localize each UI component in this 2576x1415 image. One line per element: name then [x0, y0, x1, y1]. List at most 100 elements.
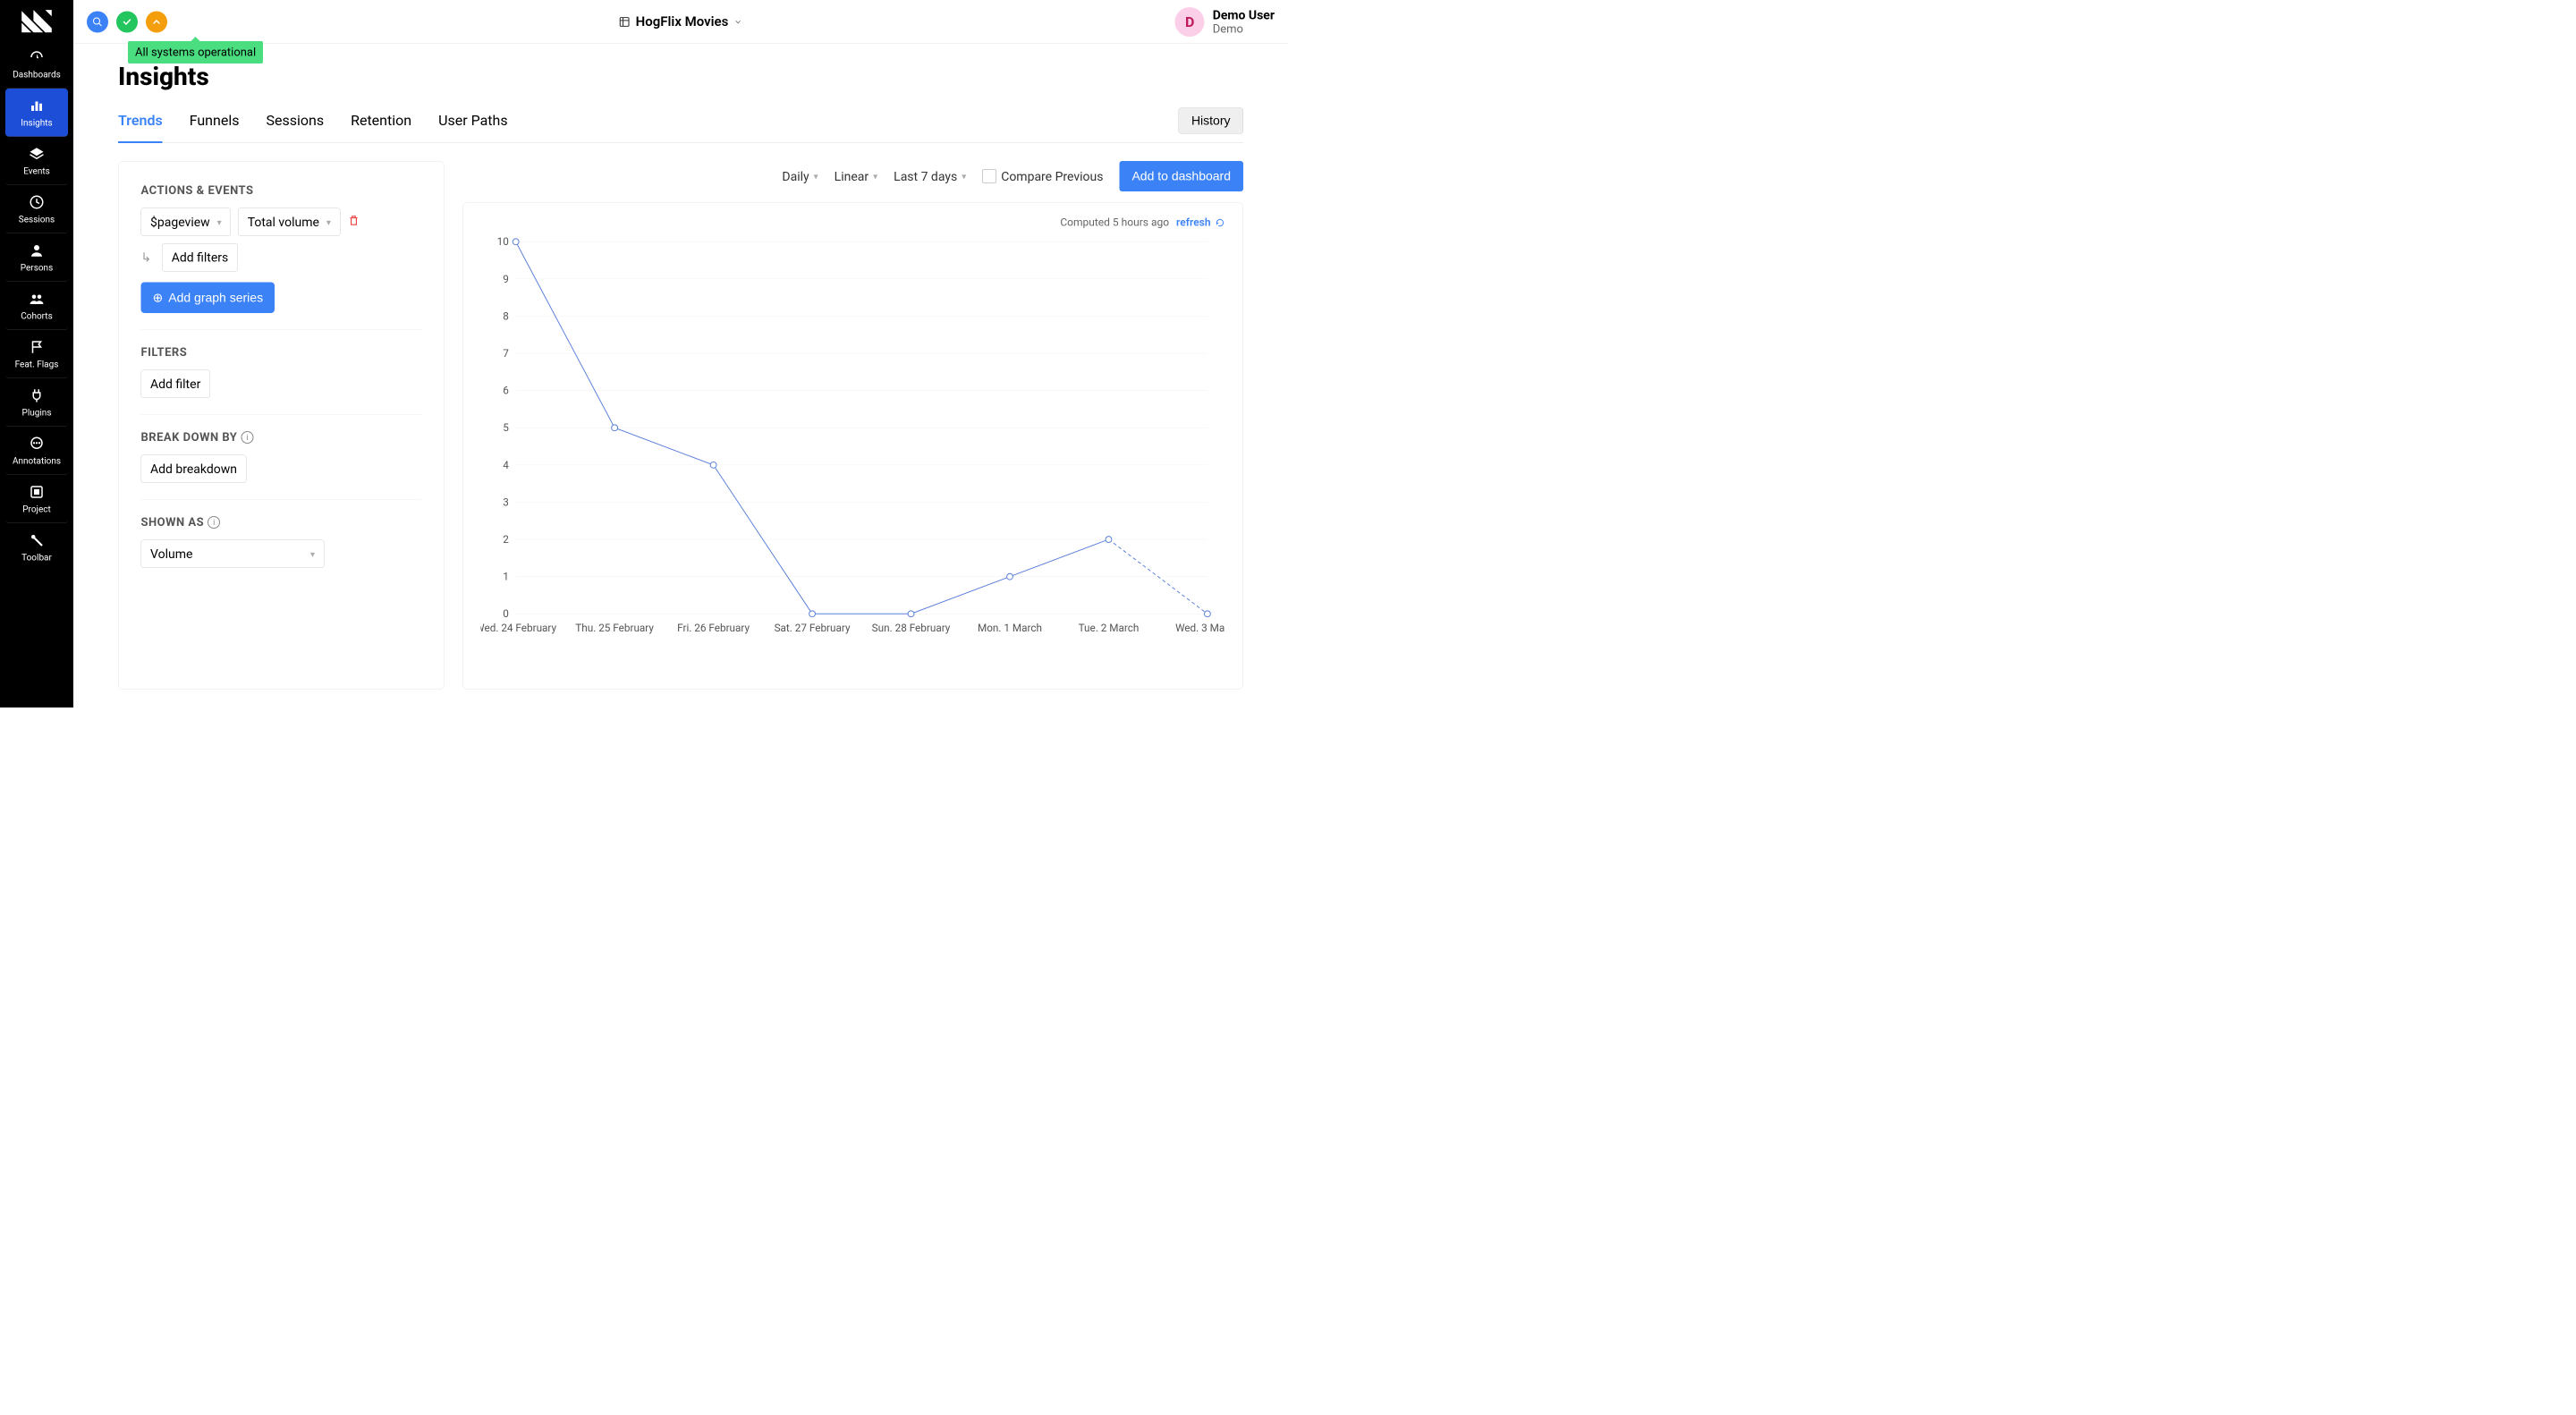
sidebar-item-label: Dashboards — [13, 69, 61, 80]
user-org: Demo — [1213, 22, 1275, 36]
sidebar-item-events[interactable]: Events — [5, 137, 68, 185]
avatar: D — [1175, 7, 1205, 37]
filters-label: FILTERS — [141, 346, 422, 360]
refresh-label: refresh — [1176, 216, 1210, 229]
sidebar-item-dashboards[interactable]: Dashboards — [5, 40, 68, 89]
tab-retention[interactable]: Retention — [351, 105, 411, 142]
breakdown-label: BREAK DOWN BY — [141, 431, 238, 445]
sidebar-item-plugins[interactable]: Plugins — [5, 378, 68, 427]
svg-text:3: 3 — [503, 496, 509, 508]
sidebar-item-label: Persons — [21, 262, 53, 273]
flags-icon — [29, 339, 45, 355]
svg-text:Wed. 3 March: Wed. 3 March — [1175, 622, 1224, 634]
chevron-down-icon: ▾ — [873, 171, 877, 182]
chevron-down-icon: ▾ — [814, 171, 818, 182]
logo[interactable] — [14, 4, 59, 36]
sidebar-item-cohorts[interactable]: Cohorts — [5, 282, 68, 330]
svg-text:4: 4 — [503, 459, 509, 471]
add-filter-button[interactable]: Add filter — [141, 370, 210, 399]
sidebar-item-toolbar[interactable]: Toolbar — [5, 523, 68, 572]
add-filters-label: Add filters — [172, 250, 229, 266]
sidebar-item-annotations[interactable]: Annotations — [5, 427, 68, 475]
sidebar-item-insights[interactable]: Insights — [5, 89, 68, 137]
top-header: All systems operational HogFlix Movies D… — [73, 0, 1288, 44]
svg-text:8: 8 — [503, 309, 509, 322]
sidebar-item-label: Toolbar — [21, 552, 52, 563]
tab-sessions[interactable]: Sessions — [266, 105, 324, 142]
checkbox-icon — [982, 169, 996, 183]
chart-area: Daily ▾ Linear ▾ Last 7 days ▾ — [462, 161, 1243, 690]
sidebar-item-label: Project — [22, 504, 51, 514]
user-menu[interactable]: D Demo User Demo — [1175, 7, 1275, 37]
sidebar-item-label: Events — [23, 165, 50, 176]
project-name: HogFlix Movies — [636, 14, 729, 30]
refresh-button[interactable]: refresh — [1176, 216, 1224, 229]
tabs: Trends Funnels Sessions Retention User Paths… — [118, 105, 1243, 143]
tab-user-paths[interactable]: User Paths — [438, 105, 508, 142]
volume-select[interactable]: Total volume ▾ — [238, 208, 340, 237]
main: All systems operational HogFlix Movies D… — [73, 0, 1288, 708]
plus-icon: ⊕ — [153, 291, 164, 306]
clock-icon — [29, 194, 45, 210]
chevron-down-icon: ▾ — [217, 216, 222, 227]
svg-text:2: 2 — [503, 533, 509, 546]
layers-icon — [29, 146, 45, 162]
alert-status-icon[interactable] — [146, 11, 167, 32]
event-select-value: $pageview — [150, 215, 210, 230]
svg-text:1: 1 — [503, 571, 509, 583]
sidebar: Dashboards Insights Events Sessions Persons C… — [0, 0, 73, 708]
svg-text:Sun. 28 February: Sun. 28 February — [872, 622, 951, 634]
actions-events-label: ACTIONS & EVENTS — [141, 184, 422, 198]
svg-text:Fri. 26 February: Fri. 26 February — [677, 622, 750, 634]
svg-text:Thu. 25 February: Thu. 25 February — [575, 622, 654, 634]
chevron-down-icon: ▾ — [326, 216, 331, 227]
system-status-icon[interactable] — [116, 11, 138, 32]
sub-arrow-icon: ↳ — [141, 250, 152, 266]
sidebar-item-feat-flags[interactable]: Feat. Flags — [5, 330, 68, 378]
add-graph-series-button[interactable]: ⊕ Add graph series — [141, 283, 275, 314]
shown-as-select[interactable]: Volume ▾ — [141, 540, 325, 569]
sidebar-item-label: Plugins — [22, 407, 52, 418]
svg-text:Sat. 27 February: Sat. 27 February — [775, 622, 851, 634]
chart-toolbar: Daily ▾ Linear ▾ Last 7 days ▾ — [462, 161, 1243, 191]
add-breakdown-button[interactable]: Add breakdown — [141, 455, 247, 484]
history-button[interactable]: History — [1178, 108, 1243, 134]
sidebar-item-label: Feat. Flags — [15, 359, 59, 369]
delete-series-icon[interactable] — [347, 215, 360, 231]
plug-icon — [29, 387, 45, 403]
tab-trends[interactable]: Trends — [118, 105, 163, 143]
compare-previous-checkbox[interactable]: Compare Previous — [982, 169, 1103, 184]
bar-chart-icon — [29, 97, 45, 114]
search-status-icon[interactable] — [87, 11, 108, 32]
sidebar-item-sessions[interactable]: Sessions — [5, 185, 68, 233]
event-select[interactable]: $pageview ▾ — [141, 208, 232, 237]
add-to-dashboard-button[interactable]: Add to dashboard — [1119, 161, 1243, 191]
chevron-down-icon — [733, 17, 742, 26]
posthog-logo-icon — [19, 7, 55, 34]
volume-select-value: Total volume — [248, 215, 319, 230]
info-icon[interactable]: i — [241, 431, 253, 444]
svg-text:Tue. 2 March: Tue. 2 March — [1079, 622, 1140, 634]
wand-icon — [29, 532, 45, 548]
range-value: Last 7 days — [894, 169, 957, 184]
shown-as-label: SHOWN AS — [141, 516, 205, 530]
project-selector[interactable]: HogFlix Movies — [619, 14, 743, 30]
chevron-up-icon — [151, 16, 162, 27]
person-icon — [29, 242, 45, 258]
info-icon[interactable]: i — [208, 516, 220, 529]
interval-select[interactable]: Daily ▾ — [782, 169, 818, 184]
add-filters-button[interactable]: Add filters — [162, 243, 238, 272]
trend-chart[interactable]: 012345678910Wed. 24 FebruaryThu. 25 Febr… — [481, 233, 1225, 645]
tab-funnels[interactable]: Funnels — [190, 105, 240, 142]
range-select[interactable]: Last 7 days ▾ — [894, 169, 966, 184]
grid-icon — [29, 484, 45, 500]
page-title: Insights — [118, 62, 1243, 91]
sidebar-item-persons[interactable]: Persons — [5, 233, 68, 282]
sidebar-item-label: Cohorts — [21, 310, 52, 321]
refresh-icon — [1216, 218, 1225, 228]
status-tooltip: All systems operational — [128, 41, 263, 64]
sidebar-item-project[interactable]: Project — [5, 475, 68, 523]
page-content: Insights Trends Funnels Sessions Retention U… — [73, 44, 1288, 708]
check-icon — [122, 16, 132, 27]
scale-select[interactable]: Linear ▾ — [835, 169, 877, 184]
